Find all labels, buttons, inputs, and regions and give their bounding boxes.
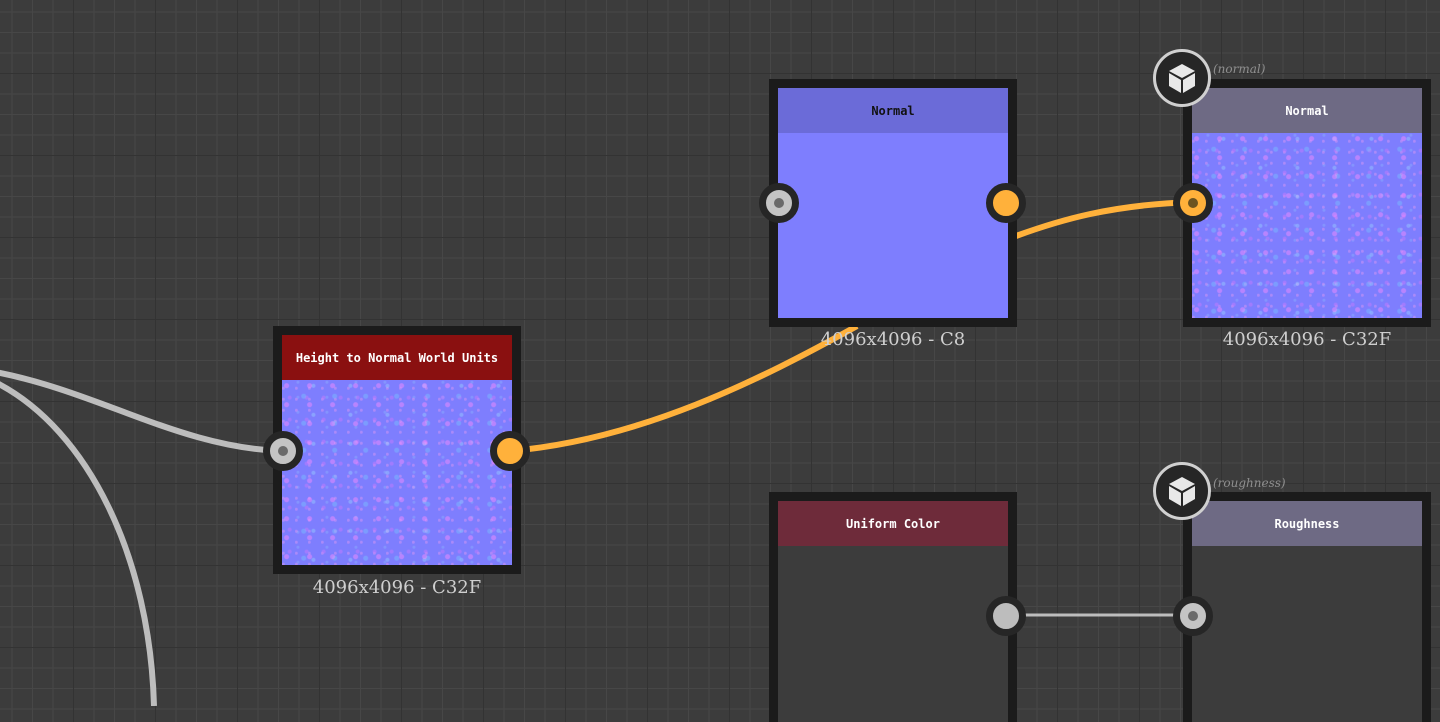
node-uniform-color[interactable]: Uniform Color xyxy=(769,492,1017,722)
node-normal[interactable]: Normal xyxy=(769,79,1017,327)
node-title: Normal xyxy=(1192,88,1422,133)
wire-input-descending[interactable] xyxy=(0,381,157,706)
port-dot xyxy=(1188,611,1198,621)
node-roughness-output[interactable]: Roughness xyxy=(1183,492,1431,722)
node-preview-thumbnail xyxy=(1192,546,1422,722)
input-port[interactable] xyxy=(1173,596,1213,636)
node-title: Normal xyxy=(778,88,1008,133)
output-badge-normal[interactable] xyxy=(1153,49,1211,107)
node-preview-thumbnail xyxy=(282,380,512,565)
output-port[interactable] xyxy=(490,431,530,471)
cube-icon xyxy=(1169,64,1195,93)
output-port[interactable] xyxy=(986,596,1026,636)
wire-normal-to-output[interactable] xyxy=(1014,199,1193,239)
node-preview-thumbnail xyxy=(1192,133,1422,318)
node-title: Height to Normal World Units xyxy=(282,335,512,380)
port-dot xyxy=(774,198,784,208)
output-badge-roughness[interactable] xyxy=(1153,462,1211,520)
port-dot xyxy=(278,446,288,456)
port-dot xyxy=(1188,198,1198,208)
output-port[interactable] xyxy=(986,183,1026,223)
input-port[interactable] xyxy=(1173,183,1213,223)
node-normal-output[interactable]: Normal xyxy=(1183,79,1431,327)
node-height-to-normal[interactable]: Height to Normal World Units xyxy=(273,326,521,574)
node-resolution-label: 4096x4096 - C8 xyxy=(820,329,966,350)
node-resolution-label: 4096x4096 - C32F xyxy=(1222,329,1392,350)
node-title: Roughness xyxy=(1192,501,1422,546)
node-resolution-label: 4096x4096 - C32F xyxy=(312,577,482,598)
node-title: Uniform Color xyxy=(778,501,1008,546)
node-preview-thumbnail xyxy=(778,546,1008,722)
input-port[interactable] xyxy=(759,183,799,223)
node-preview-thumbnail xyxy=(778,133,1008,318)
badge-caption: (roughness) xyxy=(1213,476,1286,490)
cube-icon xyxy=(1169,477,1195,506)
badge-caption: (normal) xyxy=(1213,62,1266,76)
input-port[interactable] xyxy=(263,431,303,471)
